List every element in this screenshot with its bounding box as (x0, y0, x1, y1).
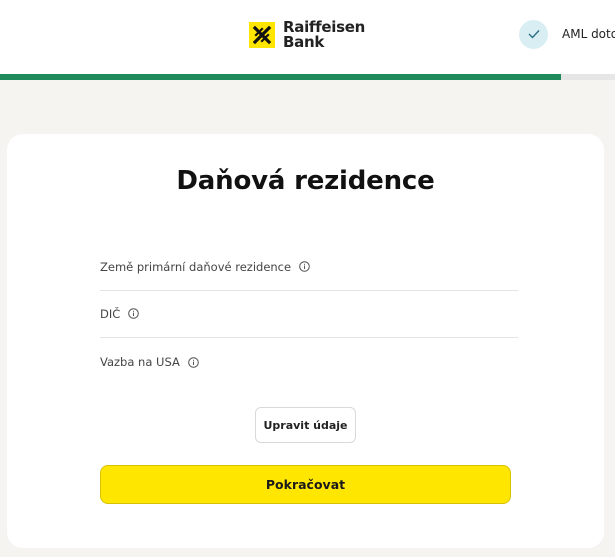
field-tax-id: DIČ (100, 290, 518, 338)
page-title: Daňová rezidence (176, 166, 435, 196)
info-icon[interactable] (188, 356, 199, 368)
progress-fill (0, 74, 562, 80)
tax-residence-card: Daňová rezidence Země primární daňové re… (7, 134, 604, 548)
logo-mark-icon (249, 22, 275, 48)
logo-text: Raiffeisen Bank (283, 20, 365, 50)
check-icon (519, 19, 548, 49)
continue-button[interactable]: Pokračovat (100, 465, 511, 504)
field-usa-relation: Vazba na USA (100, 338, 518, 386)
field-label: Vazba na USA (100, 355, 180, 369)
logo-line-2: Bank (283, 33, 325, 51)
edit-details-button[interactable]: Upravit údaje (255, 407, 356, 443)
field-label: Země primární daňové rezidence (100, 259, 292, 274)
info-icon[interactable] (128, 308, 140, 319)
raiffeisen-logo[interactable]: Raiffeisen Bank (249, 18, 365, 52)
step-label: AML doto (562, 27, 615, 41)
field-primary-tax-residence: Země primární daňové rezidence (100, 243, 518, 291)
field-label: DIČ (100, 306, 121, 321)
step-indicator: AML doto (519, 19, 615, 49)
header: Raiffeisen Bank AML doto (0, 0, 615, 74)
info-icon[interactable] (299, 261, 310, 272)
progress-bar (0, 74, 615, 80)
